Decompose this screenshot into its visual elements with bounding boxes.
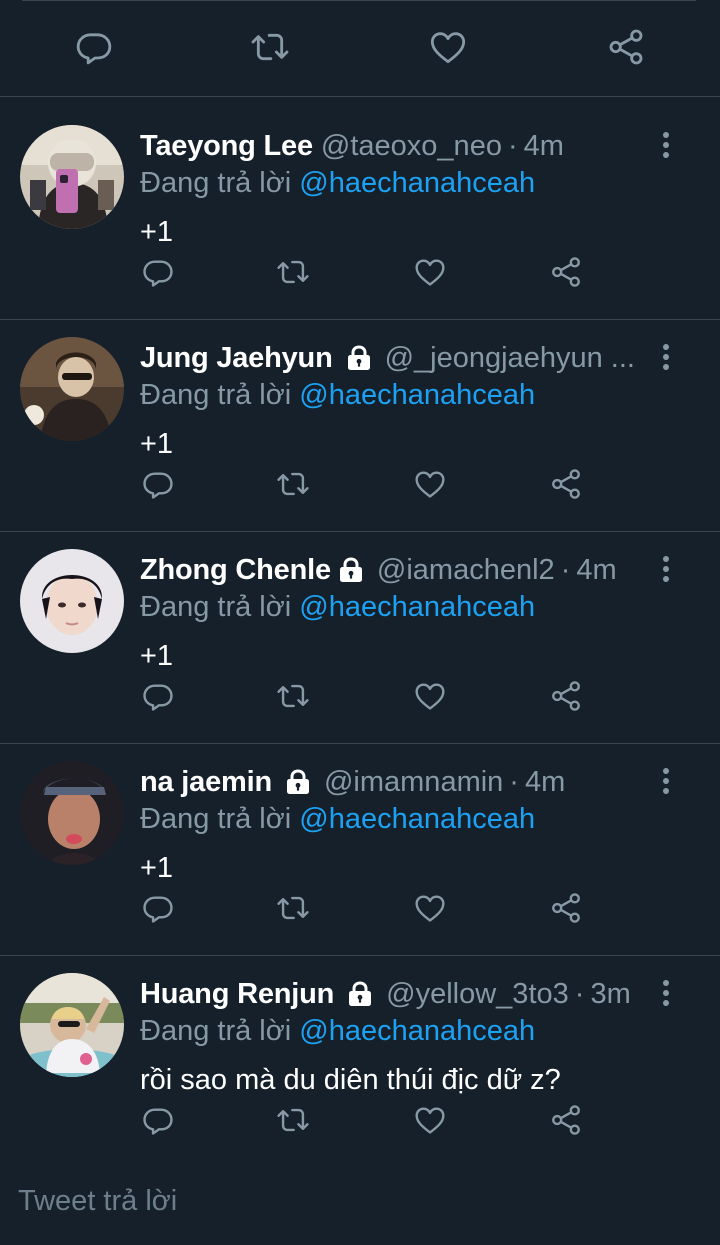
reply-tweet[interactable]: Jung Jaehyun @_jeongjaehyun ... Đang trả…	[0, 320, 720, 532]
display-name[interactable]: Huang Renjun	[140, 976, 334, 1012]
replying-prefix: Đang trả lời	[140, 167, 292, 199]
reply-icon[interactable]	[141, 1103, 175, 1137]
tweet-text: rồi sao mà du diên thúi địc dữ z?	[140, 1064, 561, 1096]
retweet-icon[interactable]	[276, 467, 310, 501]
share-icon[interactable]	[549, 1103, 583, 1137]
more-vertical-icon[interactable]	[655, 766, 677, 796]
share-icon[interactable]	[549, 467, 583, 501]
avatar[interactable]	[20, 761, 124, 865]
share-icon[interactable]	[549, 679, 583, 713]
handle[interactable]: @_jeongjaehyun ...	[385, 340, 635, 376]
separator: ·	[574, 978, 585, 1010]
share-icon[interactable]	[549, 255, 583, 289]
more-vertical-icon[interactable]	[655, 554, 677, 584]
focused-tweet-actions	[0, 0, 720, 97]
reply-header: na jaemin @imamnamin · 4m	[140, 764, 650, 800]
retweet-icon[interactable]	[276, 679, 310, 713]
separator: ·	[507, 130, 518, 162]
retweet-icon[interactable]	[276, 891, 310, 925]
tweet-reply-input[interactable]	[0, 1157, 720, 1245]
tweet-text: +1	[140, 640, 174, 672]
avatar[interactable]	[20, 973, 124, 1077]
mention-link[interactable]: @haechanahceah	[299, 803, 535, 835]
separator: ·	[509, 766, 519, 798]
avatar[interactable]	[20, 549, 124, 653]
more-vertical-icon[interactable]	[655, 978, 677, 1008]
reply-header: Taeyong Lee @taeoxo_neo · 4m	[140, 128, 650, 164]
share-icon[interactable]	[549, 891, 583, 925]
lock-icon	[337, 556, 365, 584]
retweet-icon[interactable]	[276, 1103, 310, 1137]
avatar[interactable]	[20, 125, 124, 229]
timestamp[interactable]: 3m	[590, 976, 630, 1012]
handle[interactable]: @taeoxo_neo	[321, 128, 502, 164]
like-icon[interactable]	[413, 891, 447, 925]
replying-prefix: Đang trả lời	[140, 379, 292, 411]
more-vertical-icon[interactable]	[655, 130, 677, 160]
timestamp[interactable]: 4m	[525, 764, 565, 800]
mention-link[interactable]: @haechanahceah	[299, 591, 535, 623]
like-icon[interactable]	[413, 255, 447, 289]
timestamp[interactable]: 4m	[576, 552, 616, 588]
mention-link[interactable]: @haechanahceah	[299, 379, 535, 411]
handle[interactable]: @iamachenl2	[377, 552, 555, 588]
separator: ·	[560, 554, 571, 586]
reply-tweet[interactable]: Huang Renjun @yellow_3to3 · 3m Đang trả …	[0, 956, 720, 1168]
reply-icon[interactable]	[141, 255, 175, 289]
display-name[interactable]: Jung Jaehyun	[140, 340, 333, 376]
replying-to: Đang trả lời @haechanahceah	[140, 377, 535, 413]
reply-icon[interactable]	[141, 679, 175, 713]
replying-to: Đang trả lời @haechanahceah	[140, 1013, 535, 1049]
like-icon[interactable]	[413, 679, 447, 713]
replying-to: Đang trả lời @haechanahceah	[140, 801, 535, 837]
handle[interactable]: @imamnamin	[324, 764, 503, 800]
like-icon[interactable]	[413, 1103, 447, 1137]
reply-tweet[interactable]: na jaemin @imamnamin · 4m Đang trả lời @…	[0, 744, 720, 956]
display-name[interactable]: Zhong Chenle	[140, 552, 331, 588]
display-name[interactable]: Taeyong Lee	[140, 128, 313, 164]
tweet-text: +1	[140, 852, 174, 884]
reply-icon[interactable]	[74, 27, 114, 67]
share-icon[interactable]	[606, 27, 646, 67]
replying-prefix: Đang trả lời	[140, 803, 292, 835]
more-vertical-icon[interactable]	[655, 342, 677, 372]
reply-tweet[interactable]: Taeyong Lee @taeoxo_neo · 4m Đang trả lờ…	[0, 108, 720, 320]
mention-link[interactable]: @haechanahceah	[299, 1015, 535, 1047]
divider	[22, 0, 696, 1]
reply-icon[interactable]	[141, 467, 175, 501]
reply-header: Zhong Chenle @iamachenl2 · 4m	[140, 552, 650, 588]
timestamp[interactable]: 4m	[524, 128, 564, 164]
reply-header: Huang Renjun @yellow_3to3 · 3m	[140, 976, 650, 1012]
replying-to: Đang trả lời @haechanahceah	[140, 165, 535, 201]
like-icon[interactable]	[413, 467, 447, 501]
reply-composer	[0, 1157, 720, 1245]
lock-icon	[284, 768, 312, 796]
avatar[interactable]	[20, 337, 124, 441]
handle[interactable]: @yellow_3to3	[386, 976, 569, 1012]
display-name[interactable]: na jaemin	[140, 764, 272, 800]
like-icon[interactable]	[428, 27, 468, 67]
tweet-text: +1	[140, 216, 174, 248]
replying-to: Đang trả lời @haechanahceah	[140, 589, 535, 625]
lock-icon	[345, 344, 373, 372]
replying-prefix: Đang trả lời	[140, 1015, 292, 1047]
lock-icon	[346, 980, 374, 1008]
reply-header: Jung Jaehyun @_jeongjaehyun ...	[140, 340, 650, 376]
retweet-icon[interactable]	[276, 255, 310, 289]
retweet-icon[interactable]	[250, 27, 290, 67]
reply-tweet[interactable]: Zhong Chenle @iamachenl2 · 4m Đang trả l…	[0, 532, 720, 744]
reply-icon[interactable]	[141, 891, 175, 925]
mention-link[interactable]: @haechanahceah	[299, 167, 535, 199]
tweet-text: +1	[140, 428, 174, 460]
replying-prefix: Đang trả lời	[140, 591, 292, 623]
